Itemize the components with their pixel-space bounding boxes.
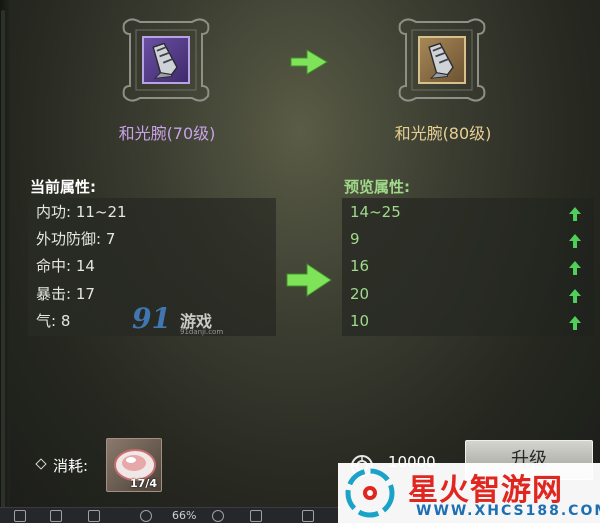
current-stat-row: 命中: 14: [36, 257, 95, 275]
actual-size-icon[interactable]: [250, 510, 262, 522]
bullet-diamond-icon: [35, 458, 47, 470]
target-item-slot[interactable]: [418, 36, 466, 84]
current-stat-row: 外功防御: 7: [36, 230, 116, 248]
watermark-91: 91 游戏 91danji.com: [132, 302, 232, 338]
current-stat-row: 内功: 11~21: [36, 203, 127, 221]
current-item-frame: [118, 12, 214, 108]
scrollbar[interactable]: [1, 10, 5, 510]
preview-stat-row: 20: [350, 285, 370, 303]
material-count: 17/4: [130, 477, 157, 490]
up-arrow-icon: [569, 234, 581, 248]
brand-watermark: 星火智游网 WWW.XHCS188.COM: [338, 463, 600, 523]
share-icon[interactable]: [88, 510, 100, 522]
current-item-slot[interactable]: [142, 36, 190, 84]
gauntlet-icon: [428, 42, 454, 79]
watermark-91-url: 91danji.com: [180, 328, 224, 336]
material-slot[interactable]: 17/4: [106, 438, 162, 492]
fit-screen-icon[interactable]: [302, 510, 314, 522]
current-stat-row: 暴击: 17: [36, 285, 95, 303]
current-item-name: 和光腕(70级): [118, 124, 216, 143]
zoom-in-icon[interactable]: [212, 510, 224, 522]
brand-logo-icon: [345, 468, 395, 518]
left-panel-edge: [0, 0, 10, 523]
preview-stats-title: 预览属性:: [344, 178, 410, 196]
up-arrow-icon: [569, 289, 581, 303]
watermark-91-number: 91: [132, 302, 171, 335]
preview-stat-row: 9: [350, 230, 360, 248]
upgrade-arrow-icon: [286, 263, 332, 297]
brand-url: WWW.XHCS188.COM: [416, 503, 600, 519]
preview-stat-row: 10: [350, 312, 370, 330]
up-arrow-icon: [569, 316, 581, 330]
cost-label: 消耗:: [53, 457, 89, 475]
zoom-level: 66%: [172, 509, 197, 522]
save-icon[interactable]: [14, 510, 26, 522]
up-arrow-icon: [569, 207, 581, 221]
upgrade-arrow-icon: [290, 49, 328, 75]
gauntlet-icon: [152, 42, 178, 79]
target-item-name: 和光腕(80级): [394, 124, 492, 143]
target-item-frame: [394, 12, 490, 108]
up-arrow-icon: [569, 261, 581, 275]
zoom-out-icon[interactable]: [140, 510, 152, 522]
preview-stat-row: 16: [350, 257, 370, 275]
preview-stat-row: 14~25: [350, 203, 401, 221]
current-stats-title: 当前属性:: [30, 178, 96, 196]
current-stat-row: 气: 8: [36, 312, 71, 330]
preview-stats-panel: 14~25 9 16 20 10: [342, 198, 594, 336]
crop-icon[interactable]: [50, 510, 62, 522]
